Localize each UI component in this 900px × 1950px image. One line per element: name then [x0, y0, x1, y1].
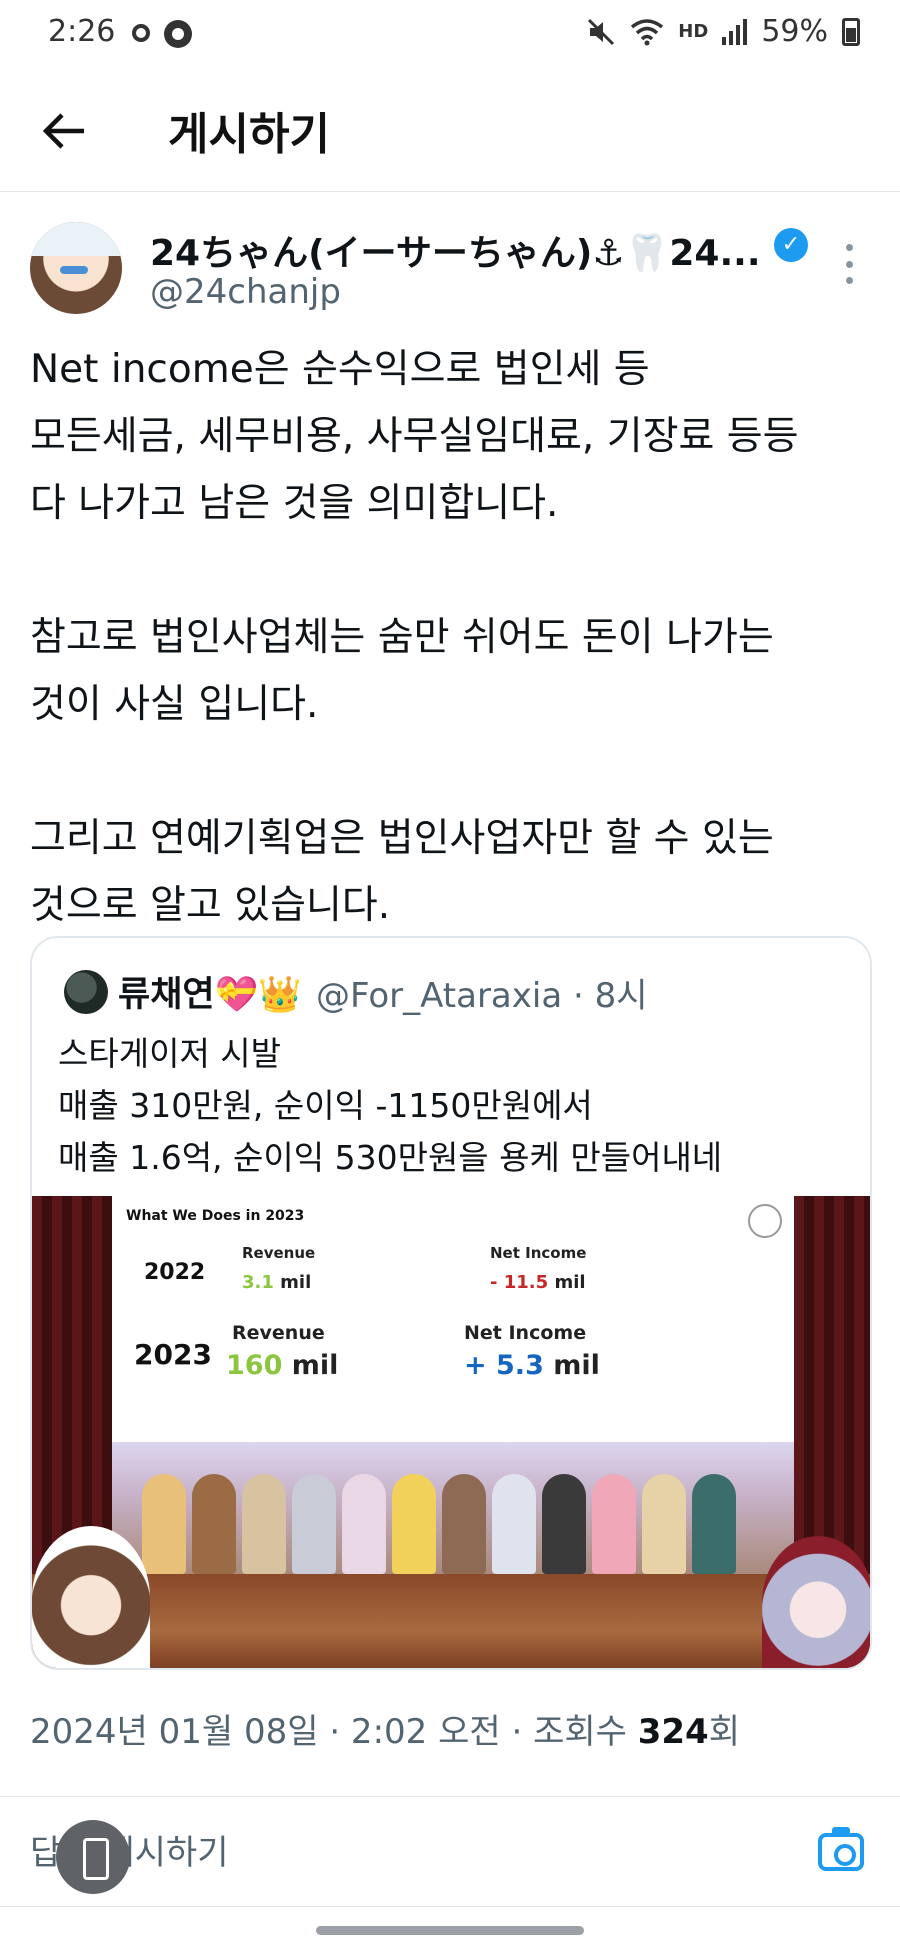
author-handle[interactable]: @24chanjp — [150, 272, 341, 312]
wifi-icon — [631, 18, 664, 45]
net-income-value-2022: - 11.5 mil — [490, 1272, 586, 1293]
record-icon — [132, 24, 150, 42]
net-income-value-2023: + 5.3 mil — [464, 1350, 600, 1381]
author-avatar[interactable] — [30, 222, 122, 314]
quoted-author-avatar — [64, 970, 108, 1014]
app-header: 게시하기 — [0, 70, 900, 192]
page-title: 게시하기 — [168, 109, 330, 160]
quoted-tweet-text: 스타게이저 시발 매출 310만원, 순이익 -1150만원에서 매출 1.6억… — [58, 1034, 723, 1177]
verified-badge-icon: ✓ — [774, 228, 808, 262]
quoted-tweet-card[interactable]: 류채연💝👑 @For_Ataraxia · 8시 스타게이저 시발 매출 310… — [30, 936, 872, 1670]
battery-icon — [842, 17, 860, 46]
tweet-datetime: 2024년 01월 08일 · 2:02 오전 · 조회수 — [30, 1712, 638, 1752]
back-arrow-icon[interactable] — [40, 106, 90, 156]
revenue-label-2022: Revenue — [242, 1244, 316, 1262]
divider — [0, 1906, 900, 1907]
camera-icon[interactable] — [818, 1827, 864, 1871]
mute-icon — [588, 18, 615, 45]
quoted-media-image[interactable]: What We Does in 2023 2022 Revenue 3.1 mi… — [32, 1196, 870, 1668]
floating-screen-button-icon[interactable] — [56, 1820, 130, 1894]
battery-percent: 59% — [761, 14, 828, 49]
signal-icon — [722, 18, 748, 45]
character-group-illustration — [112, 1442, 794, 1574]
slide-panel: What We Does in 2023 2022 Revenue 3.1 mi… — [112, 1196, 794, 1456]
character-right-illustration — [762, 1536, 870, 1668]
revenue-label-2023: Revenue — [232, 1322, 325, 1344]
year-2022: 2022 — [144, 1260, 206, 1285]
status-time: 2:26 — [48, 14, 116, 49]
company-logo-icon — [748, 1204, 782, 1238]
quoted-author-name: 류채연💝👑 — [118, 975, 302, 1015]
status-bar: 2:26 HD 59% — [0, 0, 900, 70]
quoted-author-handle-time: @For_Ataraxia · 8시 — [316, 976, 648, 1016]
character-left-illustration — [32, 1526, 150, 1668]
view-count-suffix: 회 — [708, 1712, 740, 1752]
revenue-value-2022: 3.1 mil — [242, 1272, 312, 1293]
revenue-value-2023: 160 mil — [226, 1350, 339, 1381]
net-income-label-2023: Net Income — [464, 1322, 587, 1344]
reply-bar: 답글 게시하기 — [0, 1797, 900, 1907]
net-income-label-2022: Net Income — [490, 1244, 587, 1262]
more-options-icon[interactable] — [842, 244, 856, 284]
stage-floor — [32, 1574, 870, 1668]
tweet-meta: 2024년 01월 08일 · 2:02 오전 · 조회수 324회 — [30, 1704, 740, 1753]
home-indicator[interactable] — [316, 1926, 584, 1935]
aperture-icon — [164, 20, 192, 48]
author-name[interactable]: 24ちゃん(イーサーちゃん)⚓🦷24... — [150, 224, 761, 276]
hd-voice-label: HD — [678, 21, 709, 42]
year-2023: 2023 — [134, 1338, 212, 1371]
slide-title: What We Does in 2023 — [126, 1208, 305, 1224]
tweet-text: Net income은 순수익으로 법인세 등 모든세금, 세무비용, 사무실임… — [30, 347, 799, 928]
view-count: 324 — [637, 1712, 709, 1752]
